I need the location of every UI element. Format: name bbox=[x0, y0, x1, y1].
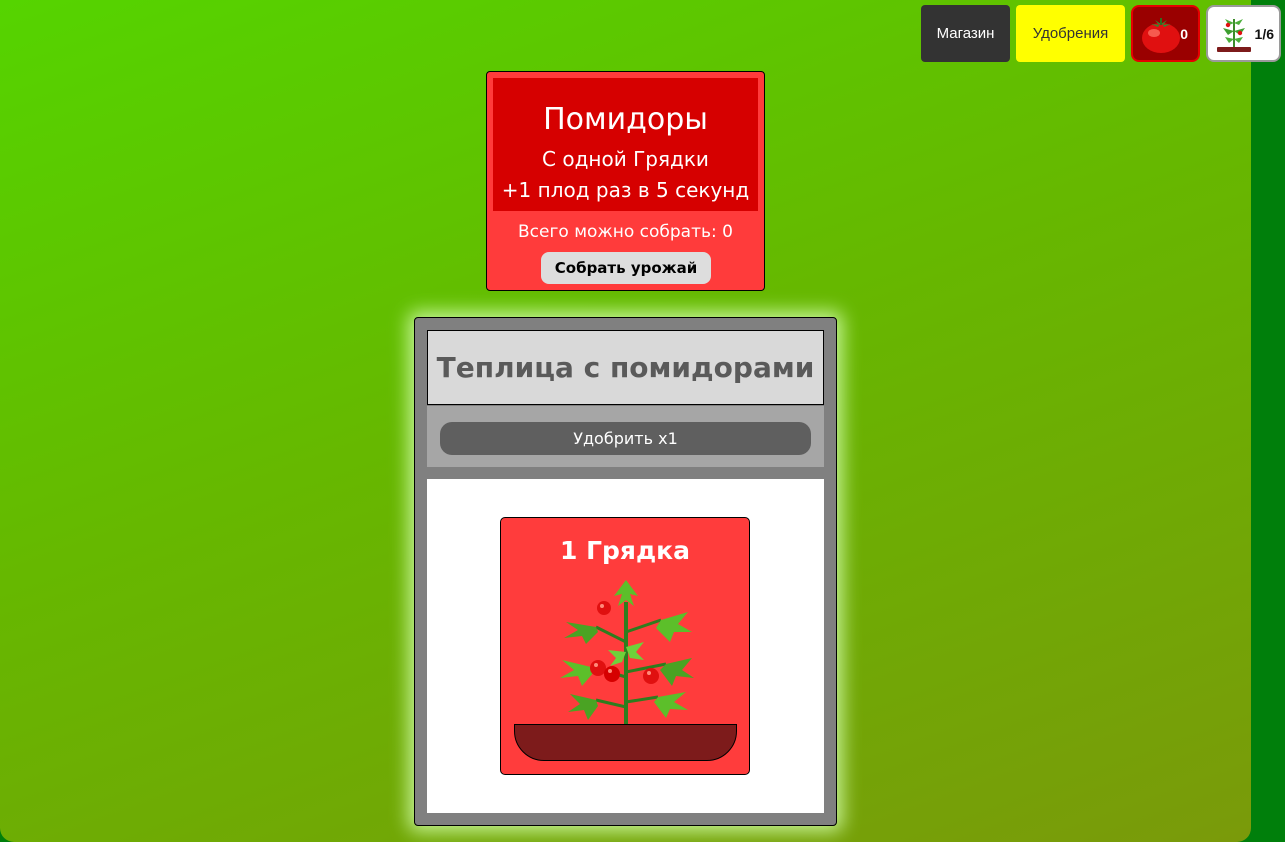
greenhouse-panel: Теплица с помидорами Удобрить x1 1 Грядк… bbox=[414, 317, 837, 826]
crop-name: Помидоры bbox=[543, 102, 708, 137]
greenhouse-toolbar: Удобрить x1 bbox=[427, 406, 824, 467]
fertilize-button[interactable]: Удобрить x1 bbox=[440, 422, 811, 455]
garden-bed-card[interactable]: 1 Грядка bbox=[500, 517, 750, 775]
fertilizers-button[interactable]: Удобрения bbox=[1016, 5, 1125, 62]
tomato-plant-icon bbox=[560, 580, 694, 727]
shop-button[interactable]: Магазин bbox=[921, 5, 1010, 62]
tomato-counter: 0 bbox=[1131, 5, 1200, 62]
crop-info-header: Помидоры С одной Грядки +1 плод раз в 5 … bbox=[493, 78, 758, 211]
greenhouse-beds-area: 1 Грядка bbox=[427, 479, 824, 813]
beds-counter: 1/6 bbox=[1206, 5, 1281, 62]
bed-soil bbox=[514, 724, 737, 761]
beds-count: 1/6 bbox=[1254, 25, 1274, 42]
crop-rate: +1 плод раз в 5 секунд bbox=[501, 178, 750, 202]
plant-bed-icon bbox=[1217, 19, 1251, 52]
harvest-button[interactable]: Собрать урожай bbox=[541, 252, 711, 284]
bed-label: 1 Грядка bbox=[559, 536, 690, 565]
greenhouse-title: Теплица с помидорами bbox=[427, 330, 824, 405]
crop-source: С одной Грядки bbox=[542, 147, 709, 171]
crop-info-card: Помидоры С одной Грядки +1 плод раз в 5 … bbox=[486, 71, 765, 291]
tomato-icon bbox=[1142, 18, 1180, 53]
harvest-total: Всего можно собрать: 0 bbox=[518, 222, 733, 242]
